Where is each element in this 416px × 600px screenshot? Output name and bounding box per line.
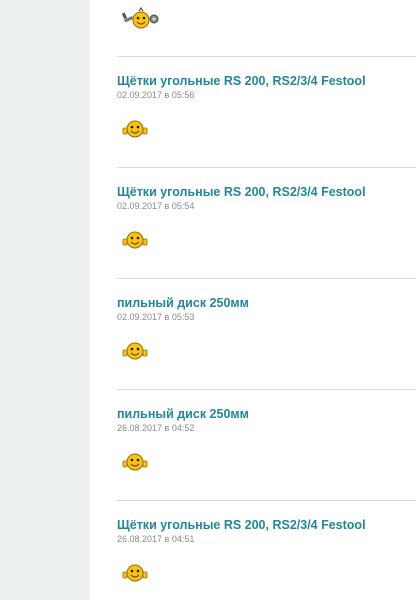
post-item: Щётки угольные RS 200, RS2/3/4 Festool 2…	[117, 517, 416, 582]
post-item: пильный диск 250мм 02.09.2017 в 05:53	[117, 295, 416, 360]
post-item: пильный диск 250мм 26.08.2017 в 04:52	[117, 406, 416, 471]
divider	[117, 56, 416, 57]
post-item: Щётки угольные RS 200, RS2/3/4 Festool 0…	[117, 73, 416, 138]
smiley-thumbs-icon	[122, 453, 148, 471]
post-item: Щётки угольные RS 200, RS2/3/4 Festool 0…	[117, 184, 416, 249]
post-date: 02.09.2017 в 05:56	[117, 90, 195, 100]
post-date: 26.08.2017 в 04:51	[117, 534, 195, 544]
divider	[117, 167, 416, 168]
smiley-thumbs-icon	[122, 564, 148, 582]
divider	[117, 389, 416, 390]
post-title-link[interactable]: пильный диск 250мм	[117, 406, 416, 422]
page: Щётки угольные RS 200, RS2/3/4 Festool 0…	[0, 0, 416, 600]
left-gutter	[0, 0, 90, 600]
post-title-link[interactable]: Щётки угольные RS 200, RS2/3/4 Festool	[117, 184, 416, 200]
smiley-thumbs-icon	[122, 231, 148, 249]
smiley-with-tools-icon	[121, 7, 159, 29]
post-title-link[interactable]: Щётки угольные RS 200, RS2/3/4 Festool	[117, 517, 416, 533]
post-title-link[interactable]: Щётки угольные RS 200, RS2/3/4 Festool	[117, 73, 416, 89]
post-title-link[interactable]: пильный диск 250мм	[117, 295, 416, 311]
divider	[117, 500, 416, 501]
smiley-thumbs-icon	[122, 342, 148, 360]
post-date: 02.09.2017 в 05:53	[117, 312, 195, 322]
post-date: 26.08.2017 в 04:52	[117, 423, 195, 433]
post-date: 02.09.2017 в 05:54	[117, 201, 195, 211]
post-feed: Щётки угольные RS 200, RS2/3/4 Festool 0…	[90, 0, 416, 600]
smiley-thumbs-icon	[122, 120, 148, 138]
divider	[117, 278, 416, 279]
